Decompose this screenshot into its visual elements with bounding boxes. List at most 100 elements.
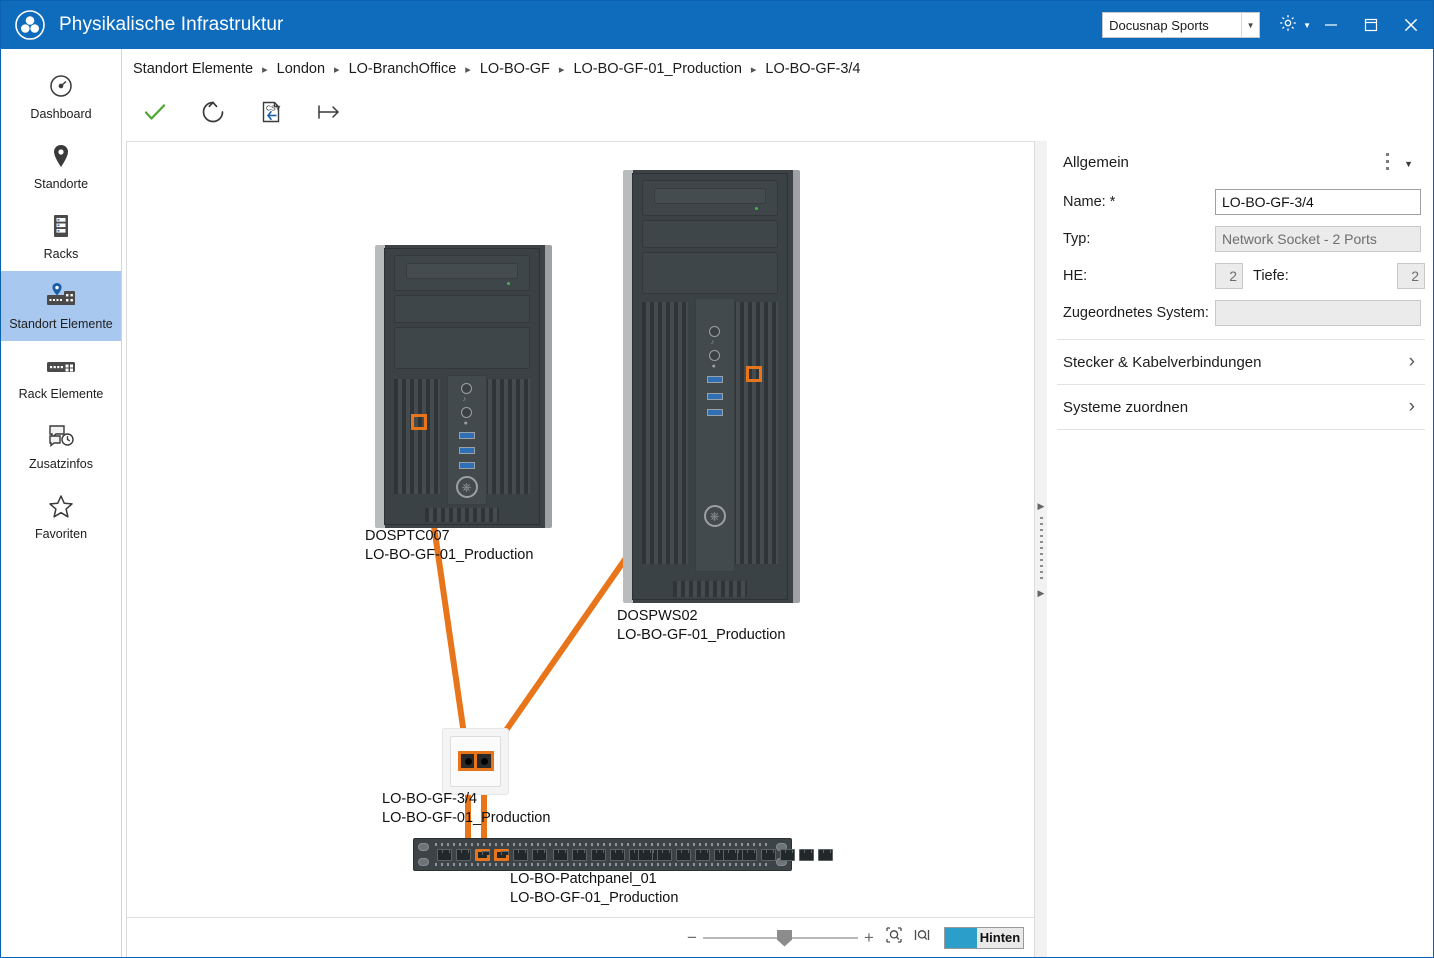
sidebar-item-standorte[interactable]: Standorte [1, 131, 121, 201]
patch-port-highlighted[interactable] [494, 849, 509, 861]
patch-port[interactable] [818, 849, 833, 861]
zoom-slider[interactable] [703, 928, 858, 948]
accordion-stecker-kabelverbindungen[interactable]: Stecker & Kabelverbindungen › [1057, 340, 1425, 385]
zoom-actual-button[interactable] [908, 926, 936, 949]
zoom-in-button[interactable]: + [858, 928, 880, 948]
patch-port[interactable] [723, 849, 738, 861]
csv-import-button[interactable]: CSV [247, 93, 295, 137]
device-label-line1: LO-BO-Patchpanel_01 [510, 871, 657, 887]
chevron-down-icon[interactable]: ▼ [1404, 159, 1413, 169]
microphone-label-icon: ● [711, 363, 716, 370]
patch-port[interactable] [437, 849, 452, 861]
chevron-down-icon[interactable]: ▼ [1303, 21, 1311, 30]
highlighted-port-tower-left[interactable] [411, 414, 427, 430]
sidebar-item-racks[interactable]: Racks [1, 201, 121, 271]
device-label-dospws02: DOSPWS02 LO-BO-GF-01_Production [617, 607, 785, 645]
device-label-patch-panel: LO-BO-Patchpanel_01 LO-BO-GF-01_Producti… [510, 870, 678, 908]
typ-field: Network Socket - 2 Ports [1215, 225, 1421, 252]
socket-port-2[interactable] [474, 751, 494, 771]
kebab-menu-icon[interactable] [1386, 153, 1389, 170]
patch-port[interactable] [532, 849, 547, 861]
breadcrumb-item-2[interactable]: LO-BranchOffice [349, 61, 457, 77]
tenant-select-value: Docusnap Sports [1109, 17, 1209, 33]
patch-port[interactable] [610, 849, 625, 861]
patch-panel-group-4 [723, 849, 833, 861]
chevron-right-icon: › [1408, 396, 1415, 417]
patch-port[interactable] [657, 849, 672, 861]
front-io-panel: ♪ ● ⎈ [694, 298, 735, 572]
triangle-right-icon[interactable]: ▶ [1038, 501, 1045, 511]
patch-port[interactable] [761, 849, 776, 861]
breadcrumb-item-4[interactable]: LO-BO-GF-01_Production [573, 61, 741, 77]
patch-port[interactable] [513, 849, 528, 861]
sidebar-item-standort-elemente[interactable]: Standort Elemente [1, 271, 121, 341]
patch-port[interactable] [553, 849, 568, 861]
chevron-right-icon: ▸ [750, 63, 757, 76]
minimize-button[interactable] [1311, 1, 1351, 49]
left-vent [394, 379, 441, 494]
name-field[interactable]: LO-BO-GF-3/4 [1215, 188, 1421, 215]
close-button[interactable] [1391, 1, 1431, 49]
settings-button[interactable]: ▼ [1278, 13, 1311, 38]
patch-port[interactable] [638, 849, 653, 861]
device-tower-dosptc007[interactable]: ♪ ● ⎈ [375, 245, 552, 528]
device-patch-panel[interactable] [413, 838, 833, 871]
svg-text:CSV: CSV [266, 106, 281, 113]
he-label: HE: [1063, 267, 1088, 284]
sidebar-item-zusatzinfos[interactable]: Zusatzinfos [1, 411, 121, 481]
patch-port[interactable] [780, 849, 795, 861]
device-label-dosptc007: DOSPTC007 LO-BO-GF-01_Production [365, 527, 533, 565]
breadcrumb-item-5[interactable]: LO-BO-GF-3/4 [765, 61, 860, 77]
view-side-toggle[interactable]: Hinten [944, 926, 1024, 949]
zoom-out-button[interactable]: − [681, 928, 703, 948]
accordion-label: Stecker & Kabelverbindungen [1063, 353, 1262, 371]
apply-button[interactable] [131, 93, 179, 137]
power-button-icon: ⎈ [703, 505, 726, 527]
patch-port[interactable] [742, 849, 757, 861]
highlighted-port-tower-right[interactable] [746, 366, 762, 382]
sidebar-item-rack-elemente[interactable]: Rack Elemente [1, 341, 121, 411]
chevron-down-icon[interactable]: ▼ [1241, 13, 1260, 37]
optical-drive-slot [653, 188, 767, 205]
field-row-name: Name: * LO-BO-GF-3/4 [1057, 183, 1425, 220]
device-tower-dospws02[interactable]: ♪ ● ⎈ [623, 170, 800, 603]
sidebar-item-favoriten[interactable]: Favoriten [1, 481, 121, 551]
patch-port[interactable] [572, 849, 587, 861]
microphone-jack-icon [461, 407, 473, 418]
patch-port[interactable] [695, 849, 710, 861]
breadcrumb-item-0[interactable]: Standort Elemente [133, 61, 253, 77]
device-label-line2: LO-BO-GF-01_Production [365, 547, 534, 563]
headphone-jack-icon [461, 383, 473, 394]
patch-port[interactable] [799, 849, 814, 861]
sidebar-item-dashboard[interactable]: Dashboard [1, 61, 121, 131]
breadcrumb-item-1[interactable]: London [277, 61, 325, 77]
breadcrumb-item-3[interactable]: LO-BO-GF [480, 61, 550, 77]
chevron-right-icon: › [1408, 351, 1415, 372]
diagram-canvas[interactable]: ♪ ● ⎈ DOSPTC007 LO-BO-GF-01_Production ♪… [126, 141, 1035, 918]
application-window: Physikalische Infrastruktur Docusnap Spo… [0, 0, 1434, 958]
tower-front-panel: ♪ ● ⎈ [384, 248, 540, 525]
diagram-content: ♪ ● ⎈ DOSPTC007 LO-BO-GF-01_Production ♪… [127, 142, 1034, 917]
system-field[interactable] [1215, 299, 1421, 326]
accordion-systeme-zuordnen[interactable]: Systeme zuordnen › [1057, 385, 1425, 430]
patch-port-highlighted[interactable] [475, 849, 490, 861]
patch-port[interactable] [676, 849, 691, 861]
usb-port-1-icon [706, 376, 723, 383]
maximize-button[interactable] [1351, 1, 1391, 49]
refresh-button[interactable] [189, 93, 237, 137]
patch-port[interactable] [456, 849, 471, 861]
optical-drive-bay [394, 255, 530, 291]
expand-button[interactable] [305, 93, 353, 137]
triangle-right-icon[interactable]: ▶ [1038, 588, 1045, 598]
patch-port[interactable] [591, 849, 606, 861]
zoom-slider-thumb[interactable] [777, 929, 792, 947]
zoom-fit-button[interactable] [880, 926, 908, 949]
tenant-select[interactable]: Docusnap Sports ▼ [1102, 12, 1261, 38]
site-elements-icon [44, 281, 78, 311]
system-label: Zugeordnetes System: [1063, 304, 1209, 321]
device-network-socket[interactable] [442, 728, 509, 795]
patch-panel-bottom-trim [435, 863, 770, 866]
panel-splitter[interactable]: ▶ ▶ [1035, 141, 1047, 957]
sidebar-item-label: Racks [43, 247, 79, 261]
grip-dots-icon[interactable] [1039, 516, 1043, 583]
